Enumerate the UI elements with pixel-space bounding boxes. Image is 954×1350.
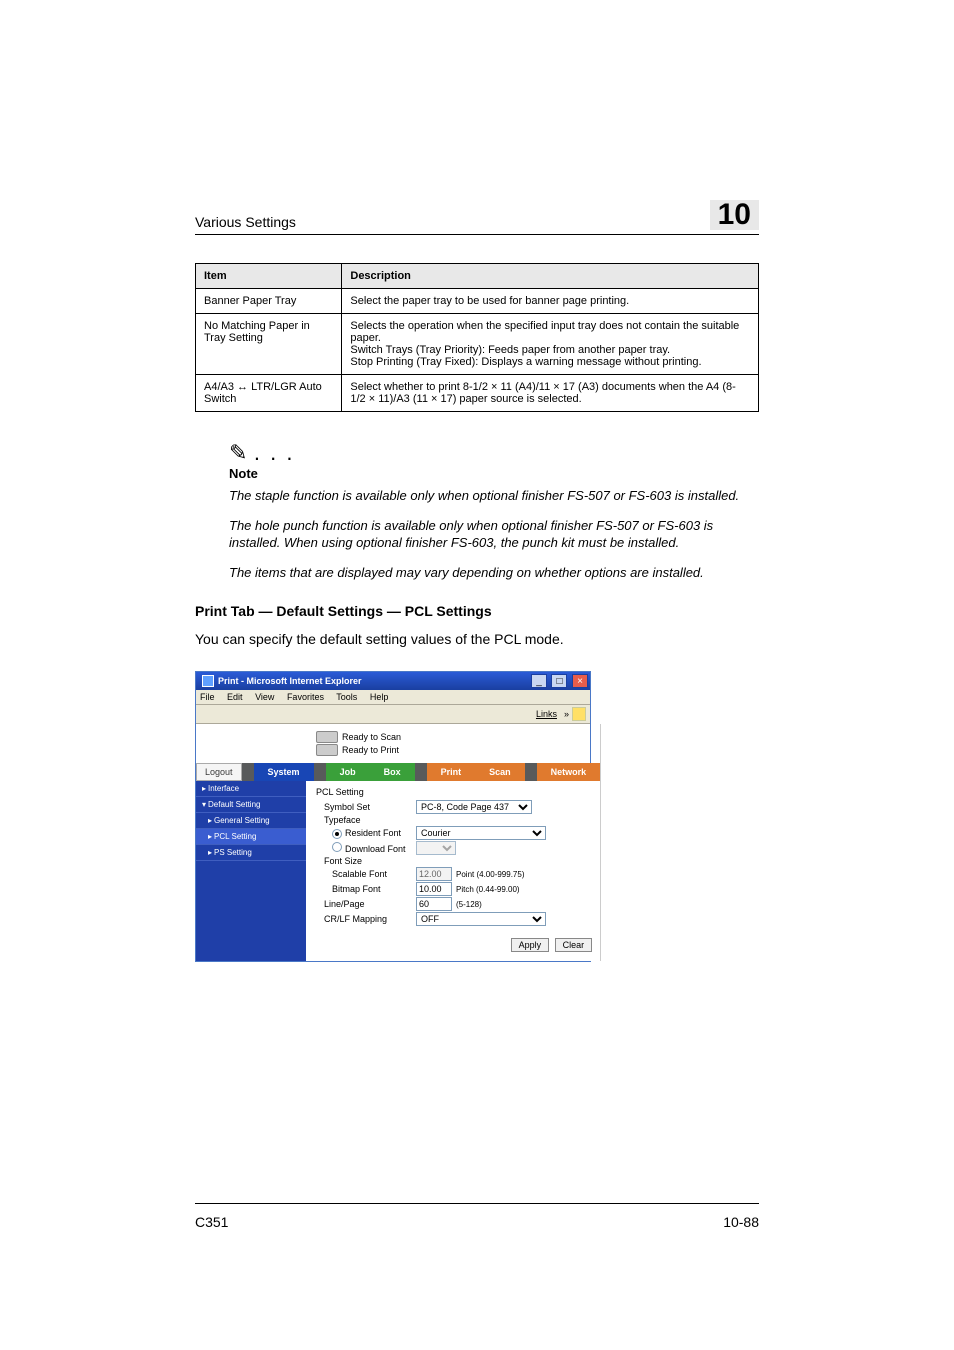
cell-item: No Matching Paper in Tray Setting (196, 314, 342, 375)
tab-box[interactable]: Box (370, 763, 415, 781)
close-button[interactable]: × (572, 674, 588, 688)
note-dots: . . . (254, 440, 295, 465)
lbl-font-size: Font Size (316, 856, 416, 866)
table-row: Banner Paper Tray Select the paper tray … (196, 289, 759, 314)
lbl-download: Download Font (345, 844, 406, 854)
input-lines[interactable] (416, 897, 452, 911)
running-header: Various Settings 10 (195, 200, 759, 235)
sidebar-label: PCL Setting (214, 832, 256, 841)
running-header-title: Various Settings (195, 214, 296, 230)
status-print: Ready to Print (342, 745, 399, 755)
clear-button[interactable]: Clear (555, 938, 593, 952)
sidebar-item-pcl[interactable]: ▸PCL Setting (196, 829, 306, 845)
window-title: Print - Microsoft Internet Explorer (218, 676, 529, 686)
form-area: PCL Setting Symbol Set PC-8, Code Page 4… (306, 781, 600, 961)
lbl-crlf: CR/LF Mapping (316, 914, 416, 924)
note-icon: ✎ (229, 440, 249, 465)
sidebar-label: Default Setting (208, 800, 260, 809)
sidebar-label: PS Setting (214, 848, 252, 857)
logout-button[interactable]: Logout (196, 763, 242, 781)
menu-bar: File Edit View Favorites Tools Help (196, 690, 590, 705)
tab-system[interactable]: System (254, 763, 314, 781)
scanner-icon (316, 731, 338, 743)
cell-desc: Select whether to print 8-1/2 × 11 (A4)/… (342, 375, 759, 412)
maximize-button[interactable]: □ (551, 674, 567, 688)
sidebar-item-interface[interactable]: ▸Interface (196, 781, 306, 797)
th-description: Description (342, 264, 759, 289)
hint-scalable: Point (4.00-999.75) (456, 870, 525, 879)
status-scan: Ready to Scan (342, 732, 401, 742)
status-area: Ready to Scan Ready to Print (196, 724, 600, 763)
lbl-resident: Resident Font (345, 828, 401, 838)
links-label[interactable]: Links (536, 709, 557, 719)
links-row: Links » (196, 705, 590, 724)
radio-download[interactable]: Download Font (316, 842, 416, 854)
radio-resident[interactable]: Resident Font (316, 828, 416, 839)
cell-desc: Select the paper tray to be used for ban… (342, 289, 759, 314)
sidebar: ▸Interface ▾Default Setting ▸General Set… (196, 781, 306, 961)
lbl-lines: Line/Page (316, 899, 416, 909)
footer-model: C351 (195, 1214, 228, 1230)
scrollbar[interactable] (600, 724, 601, 961)
security-icon[interactable] (572, 707, 586, 721)
titlebar: Print - Microsoft Internet Explorer _ □ … (196, 672, 590, 690)
lbl-symbol-set: Symbol Set (316, 802, 416, 812)
ie-icon (202, 675, 214, 687)
chevron-right-icon: » (564, 709, 569, 719)
note-heading: Note (229, 466, 759, 481)
table-row: No Matching Paper in Tray Setting Select… (196, 314, 759, 375)
printer-icon (316, 744, 338, 756)
footer-page: 10-88 (723, 1214, 759, 1230)
select-typeface[interactable]: Courier (416, 826, 546, 840)
menu-help[interactable]: Help (370, 692, 389, 702)
note-para: The hole punch function is available onl… (229, 517, 759, 552)
input-bitmap[interactable] (416, 882, 452, 896)
apply-button[interactable]: Apply (511, 938, 550, 952)
table-row: A4/A3 ↔ LTR/LGR Auto Switch Select wheth… (196, 375, 759, 412)
note-para: The staple function is available only wh… (229, 487, 759, 505)
hint-bitmap: Pitch (0.44-99.00) (456, 885, 520, 894)
note-block: ✎ . . . Note The staple function is avai… (229, 440, 759, 581)
menu-edit[interactable]: Edit (227, 692, 243, 702)
form-title: PCL Setting (316, 787, 592, 797)
tab-network[interactable]: Network (537, 763, 601, 781)
note-para: The items that are displayed may vary de… (229, 564, 759, 582)
settings-table: Item Description Banner Paper Tray Selec… (195, 263, 759, 412)
running-footer: C351 10-88 (195, 1203, 759, 1230)
sidebar-label: General Setting (214, 816, 270, 825)
menu-tools[interactable]: Tools (336, 692, 357, 702)
tab-scan[interactable]: Scan (475, 763, 525, 781)
cell-item: A4/A3 ↔ LTR/LGR Auto Switch (196, 375, 342, 412)
sidebar-item-ps[interactable]: ▸PS Setting (196, 845, 306, 861)
lbl-bitmap: Bitmap Font (316, 884, 416, 894)
browser-window: Print - Microsoft Internet Explorer _ □ … (195, 671, 591, 962)
body-text: You can specify the default setting valu… (195, 631, 759, 647)
select-download-font[interactable] (416, 841, 456, 855)
input-scalable[interactable] (416, 867, 452, 881)
sidebar-label: Interface (208, 784, 239, 793)
menu-file[interactable]: File (200, 692, 215, 702)
th-item: Item (196, 264, 342, 289)
cell-item: Banner Paper Tray (196, 289, 342, 314)
minimize-button[interactable]: _ (531, 674, 547, 688)
sidebar-item-general[interactable]: ▸General Setting (196, 813, 306, 829)
sidebar-item-default[interactable]: ▾Default Setting (196, 797, 306, 813)
select-symbol-set[interactable]: PC-8, Code Page 437 (416, 800, 532, 814)
select-crlf[interactable]: OFF (416, 912, 546, 926)
menu-view[interactable]: View (255, 692, 274, 702)
lbl-scalable: Scalable Font (316, 869, 416, 879)
chapter-number: 10 (710, 200, 759, 230)
lbl-typeface: Typeface (316, 815, 416, 825)
tab-job[interactable]: Job (326, 763, 370, 781)
menu-favorites[interactable]: Favorites (287, 692, 324, 702)
section-heading: Print Tab — Default Settings — PCL Setti… (195, 603, 759, 619)
hint-lines: (5-128) (456, 900, 482, 909)
tab-bar: Logout System Job Box Print Scan Network (196, 763, 600, 781)
cell-desc: Selects the operation when the specified… (342, 314, 759, 375)
tab-print[interactable]: Print (427, 763, 476, 781)
